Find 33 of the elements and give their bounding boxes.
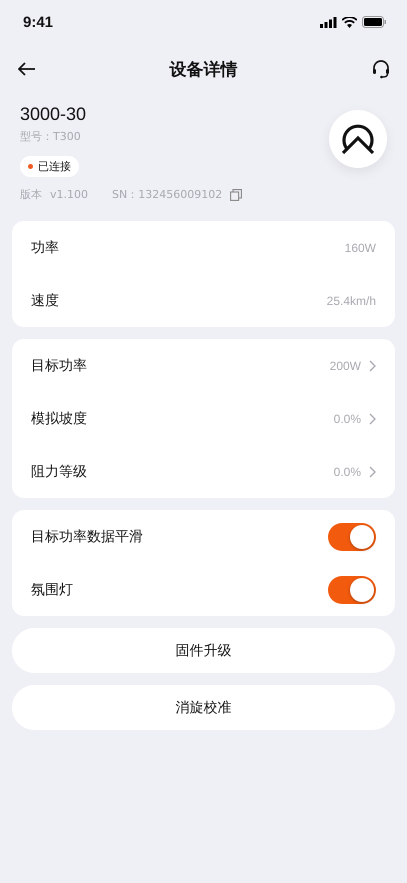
chevron-icon[interactable] [369, 466, 376, 478]
battery-icon [362, 16, 387, 28]
row-label: 模拟坡度 [31, 410, 87, 428]
version-value: v1.100 [50, 188, 88, 201]
row-label: 阻力等级 [31, 462, 87, 480]
row-value: 0.0% [334, 464, 361, 478]
status-badge: 已连接 [20, 156, 79, 177]
device-name: 3000-30 [20, 104, 88, 125]
serial-number: SN：132456009102 [112, 187, 222, 202]
signal-icon [320, 16, 337, 28]
row-label: 功率 [31, 238, 59, 256]
version-label: 版本 [20, 187, 42, 202]
copy-icon[interactable] [230, 188, 242, 200]
row-value: 25.4km/h [326, 294, 376, 308]
row-label: 速度 [31, 292, 59, 310]
row-label: 目标功率 [31, 356, 87, 374]
headset-icon[interactable] [371, 59, 391, 79]
device-model: 型号：T300 [20, 129, 82, 144]
toggle-switch[interactable] [328, 576, 376, 604]
row-value: 160W [344, 240, 376, 254]
status-time: 9:41 [23, 14, 54, 30]
chevron-icon[interactable] [369, 360, 376, 372]
back-arrow-icon[interactable] [18, 62, 36, 76]
row-label: 氛围灯 [31, 580, 73, 598]
row-value: 0.0% [334, 412, 361, 426]
action-button[interactable]: 消旋校准 [12, 685, 395, 730]
action-button[interactable]: 固件升级 [12, 628, 395, 673]
chevron-icon[interactable] [369, 412, 376, 424]
wifi-icon [342, 16, 357, 28]
row-value: 200W [330, 358, 361, 372]
toggle-switch[interactable] [328, 522, 376, 550]
page-title: 设备详情 [170, 58, 238, 80]
row-label: 目标功率数据平滑 [31, 528, 143, 546]
